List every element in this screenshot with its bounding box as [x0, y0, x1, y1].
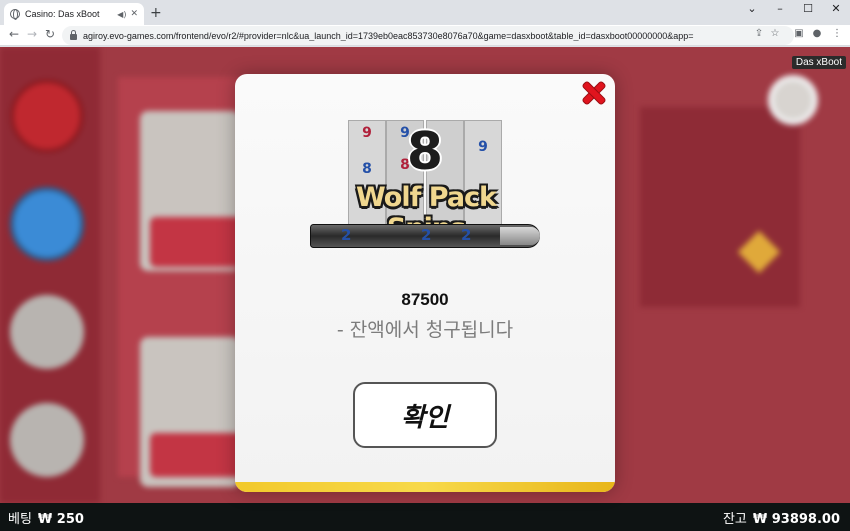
speaker-icon[interactable]: ◀): [117, 10, 126, 19]
tab-search-icon[interactable]: ⌄: [738, 2, 766, 15]
maximize-button[interactable]: ☐: [794, 2, 822, 15]
settings-icon: [768, 75, 818, 125]
bullet-tip: [500, 227, 540, 245]
spins-count: 8: [406, 122, 444, 182]
reel-digit: 9: [478, 139, 488, 155]
bonus-dialog: 9 8 9 8 9 8 Wolf Pack Spins 2 2 2 87500 …: [235, 74, 615, 492]
bet-label: 베팅: [8, 511, 32, 527]
reel-digit: 9: [362, 125, 372, 141]
share-icon[interactable]: ⇪: [752, 28, 766, 39]
bullet-digit: 2: [421, 226, 432, 244]
balance-display: 잔고 ₩ 93898.00: [723, 508, 840, 527]
wolf-pack-spins-logo: 9 8 9 8 9 8 Wolf Pack Spins 2 2 2: [310, 120, 540, 260]
bullet-digit: 2: [461, 226, 472, 244]
reload-button[interactable]: ↻: [42, 27, 58, 41]
new-tab-button[interactable]: +: [150, 6, 162, 20]
star-icon[interactable]: ☆: [768, 28, 782, 39]
bullet-graphic: 2 2 2: [310, 224, 540, 248]
menu-icon[interactable]: ⋮: [830, 28, 844, 39]
browser-tab[interactable]: Casino: Das xBoot ◀) ✕: [4, 3, 144, 25]
reel-digit: 8: [362, 161, 372, 177]
lock-icon[interactable]: [70, 30, 77, 40]
back-button[interactable]: ←: [6, 27, 22, 41]
url-text[interactable]: agiroy.evo-games.com/frontend/evo/r2/#pr…: [83, 31, 694, 41]
bet-display: 베팅 ₩ 250: [8, 508, 84, 527]
coin-icon: [10, 295, 84, 369]
charge-note: - 잔액에서 청구됩니다: [336, 319, 514, 341]
bonus-amount: 87500: [401, 290, 449, 309]
profile-icon[interactable]: ●: [810, 28, 824, 39]
forward-button[interactable]: →: [24, 27, 40, 41]
confirm-button[interactable]: 확인: [353, 382, 497, 448]
gold-accent-bar: [235, 482, 615, 492]
balance-label: 잔고: [722, 511, 747, 527]
close-window-button[interactable]: ✕: [822, 2, 850, 15]
coin-icon: [10, 79, 84, 153]
bullet-digit: 2: [341, 226, 352, 244]
address-bar[interactable]: agiroy.evo-games.com/frontend/evo/r2/#pr…: [62, 26, 794, 45]
balance-value: ₩ 93898.00: [752, 511, 840, 527]
tab-close-button[interactable]: ✕: [130, 9, 138, 19]
browser-toolbar: ← → ↻ agiroy.evo-games.com/frontend/evo/…: [0, 25, 850, 46]
coin-icon: [10, 403, 84, 477]
globe-icon: [10, 9, 20, 20]
bet-value: ₩ 250: [37, 511, 84, 527]
close-icon[interactable]: [581, 80, 607, 106]
sidepanel-icon[interactable]: ▣: [792, 28, 806, 39]
info-panel: [640, 107, 800, 307]
minimize-button[interactable]: –: [766, 2, 794, 15]
browser-tabstrip: Casino: Das xBoot ◀) ✕ + ⌄ – ☐ ✕: [0, 0, 850, 25]
tab-title: Casino: Das xBoot: [25, 9, 100, 19]
bottom-bar: 베팅 ₩ 250 잔고 ₩ 93898.00: [0, 503, 850, 531]
coin-icon: [10, 187, 84, 261]
game-title-badge: Das xBoot: [791, 56, 846, 69]
